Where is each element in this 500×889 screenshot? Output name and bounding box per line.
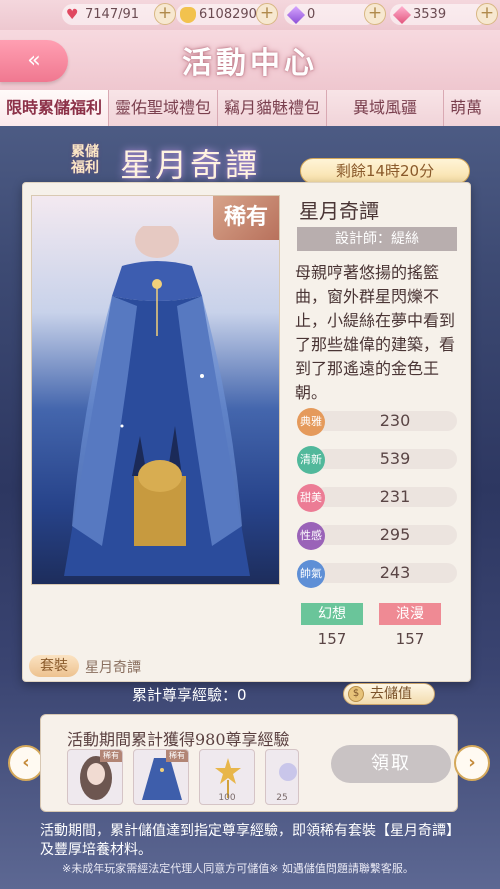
heart-icon: ♥ xyxy=(66,6,79,23)
sweet-icon: 甜美 xyxy=(297,484,325,512)
stat-sexy: 性感 295 xyxy=(297,522,457,550)
event-badge: 累儲 福利 xyxy=(71,144,99,176)
stat-sweet: 甜美 231 xyxy=(297,484,457,512)
add-diamond-button[interactable]: + xyxy=(364,3,386,25)
page-title: 活動中心 xyxy=(182,46,318,81)
tab-sacred-domain-pack[interactable]: 靈佑聖域禮包 xyxy=(109,90,219,126)
topup-button[interactable]: $ 去儲值 xyxy=(343,683,435,705)
tab-exotic-frontier[interactable]: 異域風疆 xyxy=(327,90,445,126)
topup-label: 去儲值 xyxy=(370,686,412,702)
pink-diamond-value: 3539 xyxy=(413,7,447,22)
add-gold-button[interactable]: + xyxy=(256,3,278,25)
cool-icon: 帥氣 xyxy=(297,560,325,588)
stamina-counter: ♥ 7147/91 + xyxy=(62,3,176,25)
tab-bar: 限時累儲福利 靈佑聖域禮包 竊月貓魅禮包 異域風疆 萌萬 xyxy=(0,90,500,126)
header: « 活動中心 xyxy=(0,30,500,90)
tag-fantasy: 幻想 xyxy=(301,603,363,625)
rarity-badge: 稀有 xyxy=(213,196,279,240)
chevron-left-icon: ‹ xyxy=(22,752,30,773)
event-description: 活動期間，累計儲值達到指定尊享經驗，即領稀有套裝【星月奇譚】及豐厚培養材料。 xyxy=(40,823,460,858)
tab-moon-cat-pack[interactable]: 竊月貓魅禮包 xyxy=(218,90,328,126)
add-stamina-button[interactable]: + xyxy=(154,3,176,25)
coin-icon: $ xyxy=(348,686,364,702)
rarity-tag: 稀有 xyxy=(100,750,122,762)
rarity-tag: 稀有 xyxy=(166,750,188,762)
tag-romantic: 浪漫 xyxy=(379,603,441,625)
add-pink-diamond-button[interactable]: + xyxy=(476,3,498,25)
stat-value: 230 xyxy=(379,411,411,430)
prev-reward-button[interactable]: ‹ xyxy=(8,745,44,781)
item-description: 母親哼著悠揚的搖籃曲，窗外群星閃爍不止，小緹絲在夢中看到了那些雄偉的建築，看到了… xyxy=(295,263,456,402)
suit-tag: 套裝 xyxy=(29,655,79,677)
reward-item-material[interactable]: 100 xyxy=(199,749,255,805)
exp-label: 累計尊享經驗：0 xyxy=(132,686,247,704)
reward-item-partial[interactable]: 25 xyxy=(265,749,299,805)
event-title: 星月奇譚 xyxy=(120,146,261,184)
suit-name: 星月奇譚 xyxy=(85,660,141,676)
purple-diamond-icon xyxy=(286,5,306,24)
diamond-counter: 0 + xyxy=(284,3,386,25)
reward-panel: 活動期間累計獲得980尊享經驗 稀有 稀有 100 25 領取 xyxy=(40,714,458,812)
diamond-value: 0 xyxy=(307,7,316,22)
item-quantity: 100 xyxy=(218,793,236,803)
minor-notice: ※未成年玩家需經法定代理人同意方可儲值※ 如遇儲值問題請聯繫客服。 xyxy=(62,862,414,875)
gown-illustration xyxy=(64,226,250,576)
item-name: 星月奇譚 xyxy=(299,199,379,223)
designer-label: 設計師：緹絲 xyxy=(297,227,457,251)
stat-fresh: 清新 539 xyxy=(297,446,457,474)
countdown-timer: 剩餘14時20分 xyxy=(300,158,470,184)
reward-item-dress[interactable]: 稀有 xyxy=(133,749,189,805)
gold-value: 6108290 xyxy=(199,7,257,22)
tab-cumulative-topup[interactable]: 限時累儲福利 xyxy=(0,90,110,126)
item-quantity: 25 xyxy=(276,793,288,803)
fresh-icon: 清新 xyxy=(297,446,325,474)
reward-item-hair[interactable]: 稀有 xyxy=(67,749,123,805)
stat-value: 295 xyxy=(379,525,411,544)
gold-counter: 6108290 + xyxy=(176,3,278,25)
tag-romantic-value: 157 xyxy=(395,630,425,648)
outfit-image: 稀有 xyxy=(31,195,280,585)
item-card: 稀有 星月奇譚 設計師：緹絲 母親哼著悠揚的搖籃曲，窗外群星閃爍不止，小緹絲在夢… xyxy=(22,182,471,682)
claim-button[interactable]: 領取 xyxy=(331,745,451,783)
stat-value: 243 xyxy=(379,563,411,582)
cat-coin-icon xyxy=(180,6,196,23)
chevron-right-icon: › xyxy=(468,752,476,773)
pink-diamond-counter: 3539 + xyxy=(390,3,498,25)
currency-bar: ♥ 7147/91 + 6108290 + 0 + 3539 + xyxy=(0,0,500,30)
tab-more[interactable]: 萌萬 xyxy=(444,90,488,126)
reward-title: 活動期間累計獲得980尊享經驗 xyxy=(67,730,290,749)
pink-diamond-icon xyxy=(392,5,412,24)
stat-elegant: 典雅 230 xyxy=(297,408,457,436)
stamina-value: 7147/91 xyxy=(85,7,140,22)
next-reward-button[interactable]: › xyxy=(454,745,490,781)
sexy-icon: 性感 xyxy=(297,522,325,550)
tag-fantasy-value: 157 xyxy=(317,630,347,648)
stat-value: 231 xyxy=(379,487,411,506)
stat-value: 539 xyxy=(379,449,411,468)
elegant-icon: 典雅 xyxy=(297,408,325,436)
stat-cool: 帥氣 243 xyxy=(297,560,457,588)
